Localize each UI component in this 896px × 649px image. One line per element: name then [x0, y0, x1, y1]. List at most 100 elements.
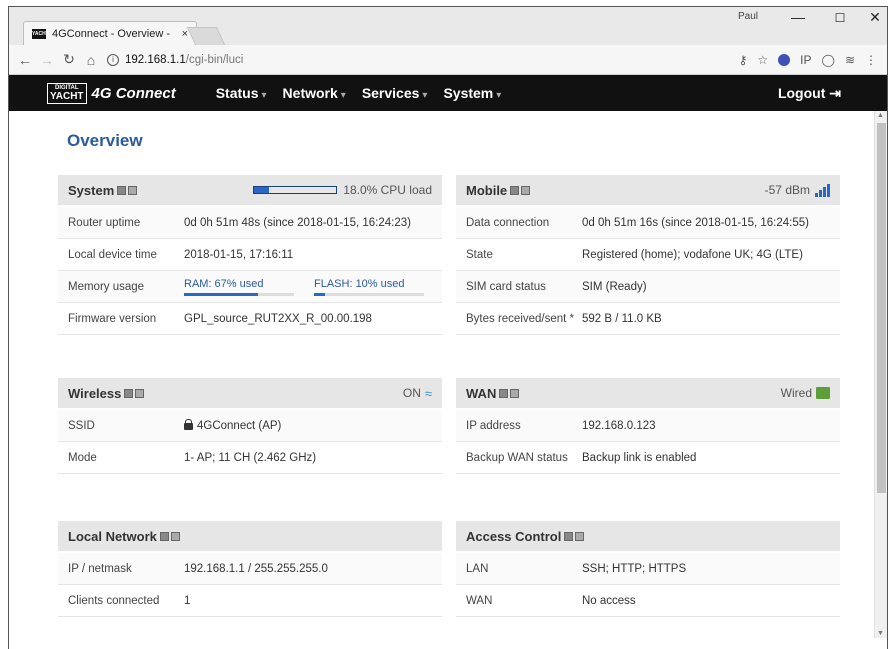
- table-row: Clients connected 1: [58, 585, 442, 617]
- settings-icon[interactable]: [135, 388, 145, 398]
- address-toolbar: ← → ↻ ⌂ i 192.168.1.1/cgi-bin/luci ⚷ ☆ I…: [9, 45, 887, 75]
- panel-header: System 18.0% CPU load: [58, 175, 442, 205]
- table-row: WAN No access: [456, 585, 840, 617]
- site-favicon-icon: YACHT: [32, 28, 49, 39]
- flash-label: FLASH: 10% used: [314, 277, 405, 290]
- info-icon[interactable]: [124, 388, 134, 398]
- info-icon[interactable]: [510, 185, 520, 195]
- menu-system[interactable]: System ▾: [443, 85, 501, 101]
- logout-icon: ⇥: [829, 84, 841, 101]
- flash-fill: [314, 292, 325, 296]
- row-key: SSID: [68, 419, 95, 432]
- row-value: GPL_source_RUT2XX_R_00.00.198: [184, 312, 372, 325]
- logout-label: Logout: [777, 84, 826, 101]
- forward-arrow-icon[interactable]: →: [37, 52, 57, 68]
- bookmark-star-icon[interactable]: ☆: [757, 53, 768, 67]
- access-control-panel: Access Control LAN SSH; HTTP; HTTPS WAN No…: [456, 521, 840, 617]
- settings-icon[interactable]: [510, 388, 520, 398]
- settings-icon[interactable]: [575, 531, 585, 541]
- row-key: LAN: [466, 562, 489, 575]
- brand-logo[interactable]: DIGITAL YACHT 4G Connect: [47, 82, 176, 104]
- cpu-load-fill: [254, 187, 270, 193]
- reload-icon[interactable]: ↻: [59, 51, 79, 68]
- row-value: 4GConnect (AP): [184, 418, 442, 432]
- extension-icon[interactable]: [778, 53, 791, 66]
- caret-down-icon: ▾: [496, 90, 502, 101]
- row-key: Router uptime: [68, 216, 141, 229]
- settings-icon[interactable]: [128, 185, 138, 195]
- menu-network[interactable]: Network ▾: [283, 85, 346, 101]
- table-row: Firmware version GPL_source_RUT2XX_R_00.0…: [58, 303, 442, 335]
- table-row: LAN SSH; HTTP; HTTPS: [456, 553, 840, 585]
- row-value: No access: [582, 594, 636, 607]
- extension-filter-icon[interactable]: ≋: [845, 53, 855, 67]
- table-row: IP address 192.168.0.123: [456, 410, 840, 442]
- url-bar[interactable]: i 192.168.1.1/cgi-bin/luci: [107, 49, 727, 71]
- menu-status[interactable]: Status ▾: [216, 85, 267, 101]
- panel-header: Access Control: [456, 521, 840, 551]
- menu-services[interactable]: Services ▾: [362, 85, 428, 101]
- profile-name[interactable]: Paul: [738, 11, 758, 22]
- home-icon[interactable]: ⌂: [81, 52, 101, 68]
- app-navbar: DIGITAL YACHT 4G Connect Status ▾ Network…: [9, 75, 887, 111]
- row-key: Mode: [68, 451, 97, 464]
- flash-usage: FLASH: 10% used: [314, 278, 424, 296]
- row-value: 1- AP; 11 CH (2.462 GHz): [184, 451, 317, 464]
- menu-services-label: Services: [361, 85, 420, 101]
- panel-title: WAN: [466, 385, 497, 401]
- close-window-button[interactable]: ✕: [852, 9, 887, 26]
- menu-kebab-icon[interactable]: ⋮: [865, 53, 877, 67]
- ip-extension-icon[interactable]: IP: [800, 53, 811, 67]
- ram-fill: [184, 292, 258, 296]
- row-key: IP address: [466, 419, 521, 432]
- logout-button[interactable]: Logout ⇥: [778, 85, 841, 102]
- logo-top-text: DIGITAL: [54, 84, 79, 91]
- panel-title: Local Network: [68, 528, 157, 544]
- panel-title: System: [68, 182, 115, 198]
- caret-down-icon: ▾: [340, 90, 346, 101]
- row-value: 1: [184, 594, 191, 607]
- table-row: State Registered (home); vodafone UK; 4G …: [456, 239, 840, 271]
- row-key: Clients connected: [68, 594, 160, 607]
- browser-tab[interactable]: YACHT 4GConnect - Overview - ×: [23, 21, 197, 45]
- row-value: 2018-01-15, 17:16:11: [184, 248, 294, 261]
- info-icon[interactable]: [564, 531, 574, 541]
- row-key: Backup WAN status: [466, 451, 568, 464]
- ssid-value: 4GConnect (AP): [197, 419, 282, 432]
- row-value: 0d 0h 51m 16s (since 2018-01-15, 16:24:5…: [582, 216, 809, 229]
- row-value: Backup link is enabled: [582, 451, 697, 464]
- url-host: 192.168.1.1: [125, 53, 186, 66]
- row-key: State: [466, 248, 493, 261]
- panel-header: WAN Wired: [456, 378, 840, 408]
- info-icon[interactable]: [117, 185, 127, 195]
- scrollbar-thumb[interactable]: [877, 123, 886, 493]
- info-icon[interactable]: [499, 388, 509, 398]
- panel-title: Wireless: [68, 385, 122, 401]
- page-content: Overview System 18.0% CPU load Router up…: [9, 111, 887, 638]
- scroll-up-arrow-icon[interactable]: ▲: [877, 112, 884, 119]
- settings-icon[interactable]: [170, 531, 180, 541]
- page-scrollbar[interactable]: ▲ ▼: [874, 111, 887, 638]
- table-row: Backup WAN status Backup link is enabled: [456, 442, 840, 474]
- row-value: 192.168.1.1 / 255.255.255.0: [184, 562, 328, 575]
- menu-status-label: Status: [215, 85, 259, 101]
- signal-bars-icon: [814, 183, 830, 197]
- scroll-down-arrow-icon[interactable]: ▼: [877, 630, 884, 637]
- info-icon[interactable]: [159, 531, 169, 541]
- panel-title: Mobile: [466, 182, 508, 198]
- mobile-panel: Mobile -57 dBm Data connection 0d 0h 51m …: [456, 175, 840, 335]
- local-network-panel: Local Network IP / netmask 192.168.1.1 / …: [58, 521, 442, 617]
- minimize-button[interactable]: —: [775, 9, 821, 25]
- settings-icon[interactable]: [521, 185, 531, 195]
- browser-window: YACHT 4GConnect - Overview - × Paul — ☐ …: [8, 6, 888, 649]
- row-value: 192.168.0.123: [582, 419, 656, 432]
- digital-yacht-logo: DIGITAL YACHT: [47, 82, 87, 104]
- key-icon[interactable]: ⚷: [739, 53, 748, 67]
- back-arrow-icon[interactable]: ←: [15, 52, 35, 68]
- site-info-icon[interactable]: i: [107, 53, 119, 66]
- table-row: IP / netmask 192.168.1.1 / 255.255.255.0: [58, 553, 442, 585]
- table-row: Memory usage RAM: 67% used FLASH: 10% us…: [58, 271, 442, 303]
- ram-usage: RAM: 67% used: [184, 278, 294, 296]
- extension-circle-icon[interactable]: ◯: [822, 53, 835, 67]
- menu-network-label: Network: [282, 85, 338, 101]
